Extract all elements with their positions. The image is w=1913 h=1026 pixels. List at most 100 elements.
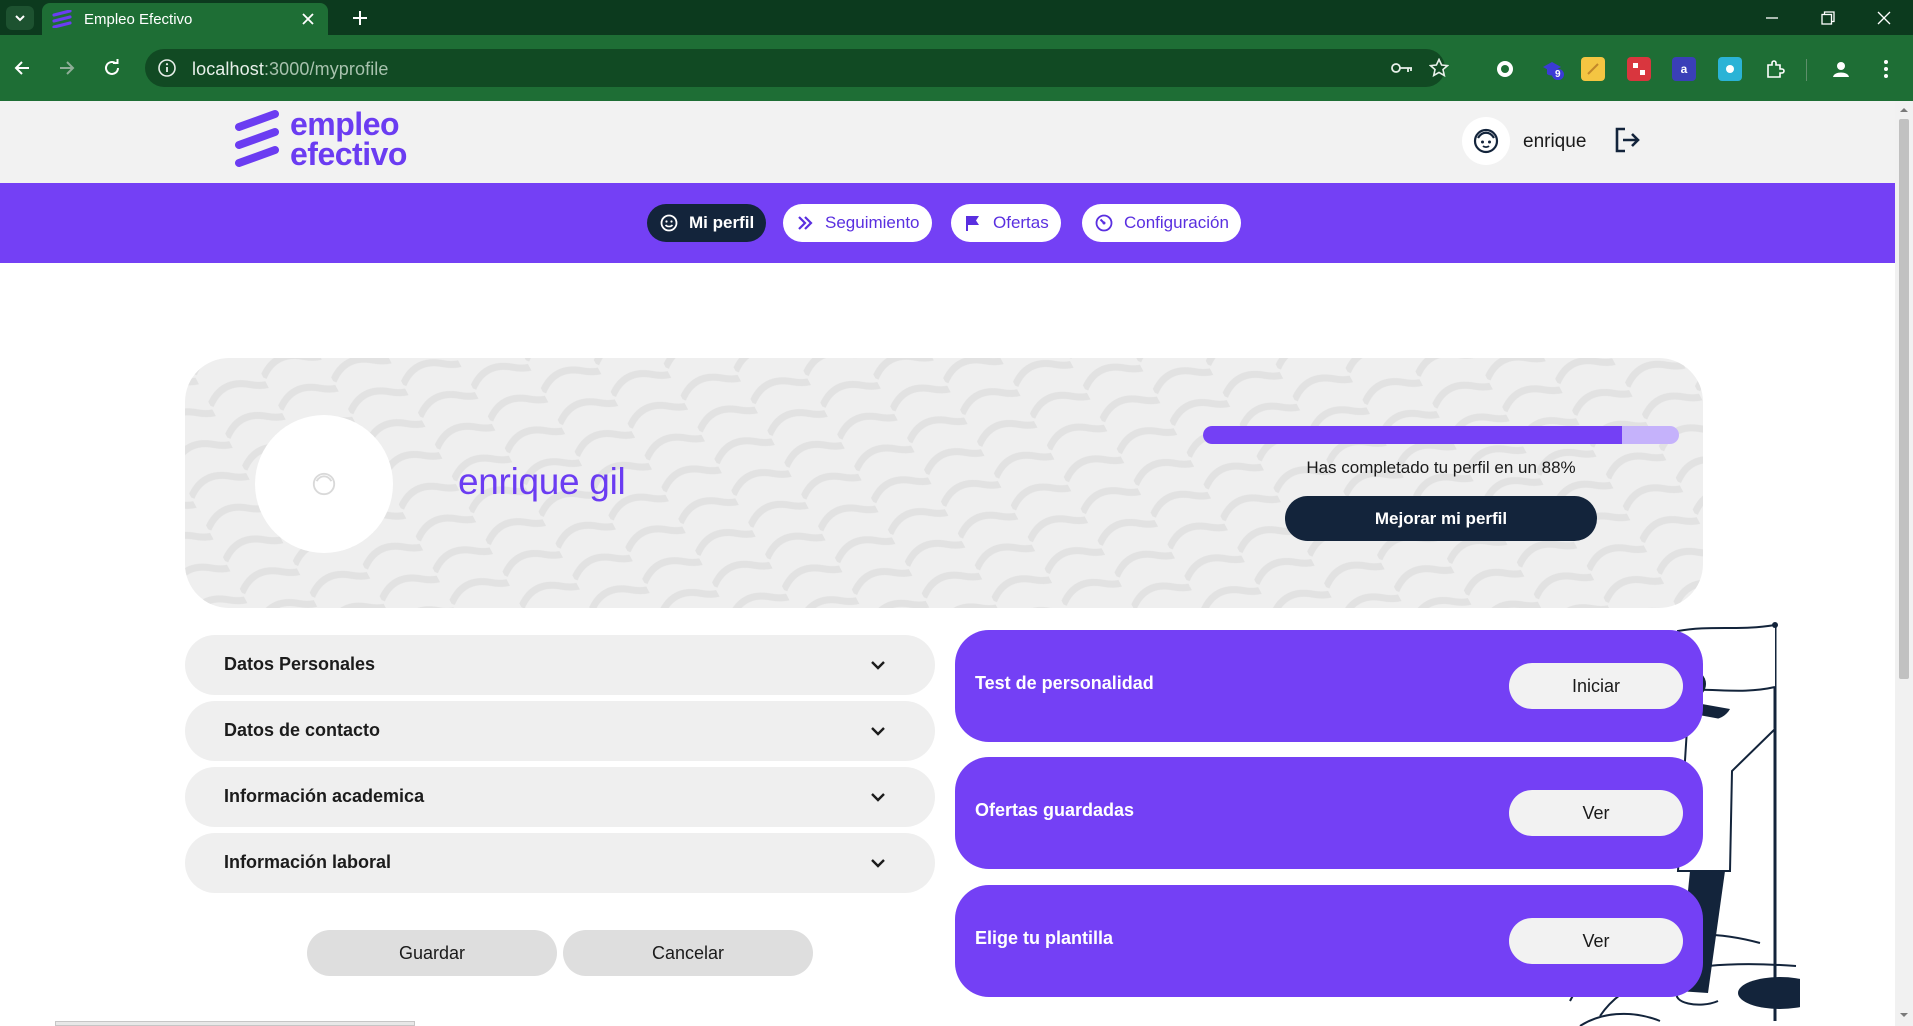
page-viewport: empleo efectivo enrique Mi perfil Seguim… xyxy=(0,101,1913,1026)
chevron-down-icon xyxy=(871,859,885,868)
cancel-button[interactable]: Cancelar xyxy=(563,930,813,976)
site-favicon-icon xyxy=(52,10,72,28)
section-datos-contacto[interactable]: Datos de contacto xyxy=(185,701,935,761)
save-button[interactable]: Guardar xyxy=(307,930,557,976)
close-window-button[interactable] xyxy=(1856,0,1912,35)
profile-full-name: enrique gil xyxy=(458,461,626,502)
extension-badge-icon[interactable]: 9 xyxy=(1538,57,1566,81)
extension-circle-icon[interactable] xyxy=(1493,57,1517,81)
close-icon xyxy=(302,13,314,25)
nav-seguimiento[interactable]: Seguimiento xyxy=(783,204,932,242)
logo-text: empleo efectivo xyxy=(290,106,407,172)
site-header: empleo efectivo enrique xyxy=(0,101,1895,183)
scrollbar-thumb[interactable] xyxy=(1899,119,1909,679)
nav-configuracion[interactable]: Configuración xyxy=(1082,204,1241,242)
nav-mi-perfil[interactable]: Mi perfil xyxy=(647,204,767,242)
extension-camera-icon[interactable] xyxy=(1718,57,1742,81)
logout-icon xyxy=(1615,127,1640,153)
section-label: Datos de contacto xyxy=(224,720,381,740)
browser-tab[interactable]: Empleo Efectivo xyxy=(42,3,328,35)
horizontal-scrollbar[interactable] xyxy=(55,1021,415,1026)
face-icon xyxy=(312,472,336,496)
browser-tab-strip: Empleo Efectivo xyxy=(0,0,1913,35)
profile-progress-bar xyxy=(1203,426,1679,444)
reload-icon xyxy=(105,59,119,75)
nav-label: Seguimiento xyxy=(825,213,920,232)
nav-label: Mi perfil xyxy=(689,213,755,232)
arrow-left-icon xyxy=(14,61,29,75)
view-saved-offers-button[interactable]: Ver xyxy=(1509,790,1683,836)
section-label: Datos Personales xyxy=(224,654,376,674)
url-text[interactable]: localhost:3000/myprofile xyxy=(192,59,389,80)
extension-a-icon[interactable]: a xyxy=(1672,57,1696,81)
section-datos-personales[interactable]: Datos Personales xyxy=(185,635,935,695)
minimize-icon xyxy=(1766,16,1778,19)
browser-menu-icon[interactable] xyxy=(1874,57,1898,81)
double-chevron-right-icon xyxy=(795,213,815,233)
scroll-down-icon[interactable] xyxy=(1899,1010,1909,1020)
password-key-button[interactable] xyxy=(1391,57,1413,79)
bookmark-button[interactable] xyxy=(1428,57,1450,79)
vertical-scrollbar[interactable] xyxy=(1895,101,1913,1026)
extensions-puzzle-icon[interactable] xyxy=(1763,57,1787,81)
logo-mark-icon xyxy=(235,110,279,167)
view-templates-button[interactable]: Ver xyxy=(1509,918,1683,964)
star-icon xyxy=(1429,58,1449,78)
logout-button[interactable] xyxy=(1612,125,1642,155)
extension-grid-icon[interactable] xyxy=(1627,57,1651,81)
address-bar[interactable]: localhost:3000/myprofile xyxy=(145,49,1449,87)
extension-badge-count: 9 xyxy=(1552,69,1564,80)
section-informacion-academica[interactable]: Información academica xyxy=(185,767,935,827)
profile-progress-fill xyxy=(1203,426,1622,444)
key-icon xyxy=(1391,63,1412,73)
new-tab-button[interactable] xyxy=(348,6,372,30)
plus-icon xyxy=(353,11,367,25)
logo-line-2: efectivo xyxy=(290,136,407,172)
flag-icon xyxy=(963,213,983,233)
chevron-down-icon xyxy=(15,15,25,22)
user-avatar[interactable] xyxy=(1462,117,1510,165)
tab-title: Empleo Efectivo xyxy=(84,10,193,28)
section-label: Información laboral xyxy=(224,852,392,872)
url-host: localhost xyxy=(192,59,264,79)
improve-profile-button[interactable]: Mejorar mi perfil xyxy=(1285,496,1597,541)
profile-account-icon[interactable] xyxy=(1829,57,1853,81)
extension-notes-icon[interactable] xyxy=(1581,57,1605,81)
chevron-down-icon xyxy=(871,727,885,736)
chevron-down-icon xyxy=(871,793,885,802)
close-tab-button[interactable] xyxy=(298,9,318,29)
brand-logo[interactable]: empleo efectivo xyxy=(234,106,434,175)
browser-toolbar: localhost:3000/myprofile 9 a xyxy=(0,35,1913,101)
choose-template-card: Elige tu plantilla Ver xyxy=(955,885,1703,997)
nav-ofertas[interactable]: Ofertas xyxy=(951,204,1061,242)
start-test-button[interactable]: Iniciar xyxy=(1509,663,1683,709)
saved-offers-card: Ofertas guardadas Ver xyxy=(955,757,1703,869)
gauge-icon xyxy=(1094,213,1114,233)
action-label: Test de personalidad xyxy=(975,673,1154,693)
action-label: Ofertas guardadas xyxy=(975,800,1135,820)
site-info-icon[interactable] xyxy=(157,58,177,78)
profile-progress-text: Has completado tu perfil en un 88% xyxy=(1306,458,1576,477)
nav-label: Configuración xyxy=(1124,213,1229,232)
back-button[interactable] xyxy=(8,54,36,82)
toolbar-divider xyxy=(1806,59,1807,81)
action-label: Elige tu plantilla xyxy=(975,928,1114,948)
chevron-down-icon xyxy=(871,661,885,670)
minimize-button[interactable] xyxy=(1744,0,1800,35)
tab-search-button[interactable] xyxy=(6,6,34,30)
forward-button[interactable] xyxy=(53,54,81,82)
header-user-name[interactable]: enrique xyxy=(1523,131,1586,153)
section-informacion-laboral[interactable]: Información laboral xyxy=(185,833,935,893)
personality-test-card: Test de personalidad Iniciar xyxy=(955,630,1703,742)
logo-line-1: empleo xyxy=(290,106,400,142)
restore-icon xyxy=(1821,10,1835,25)
restore-button[interactable] xyxy=(1800,0,1856,35)
close-icon xyxy=(1877,11,1891,24)
profile-summary-card: enrique gil Has completado tu perfil en … xyxy=(185,358,1703,608)
face-icon xyxy=(1473,128,1499,154)
nav-label: Ofertas xyxy=(993,213,1049,232)
profile-photo[interactable] xyxy=(255,415,393,553)
scroll-up-icon[interactable] xyxy=(1899,105,1909,115)
main-navigation: Mi perfil Seguimiento Ofertas Configurac… xyxy=(0,183,1895,263)
reload-button[interactable] xyxy=(98,54,126,82)
